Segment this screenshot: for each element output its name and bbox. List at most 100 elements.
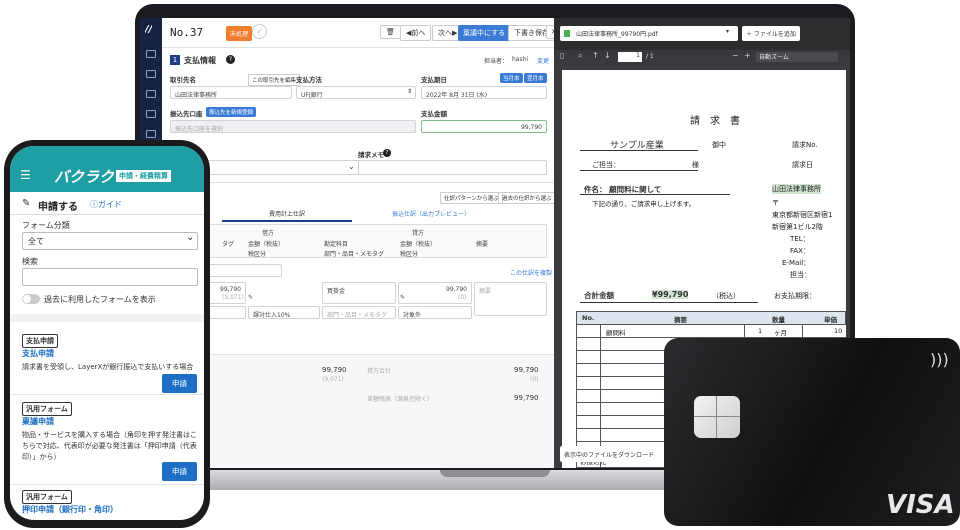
- document-list-icon[interactable]: [146, 90, 156, 98]
- search-input[interactable]: [22, 268, 198, 286]
- memo-help-icon[interactable]: ?: [383, 149, 391, 157]
- bank-register-button[interactable]: 振込先を新規登録: [206, 107, 257, 117]
- th-unit: 単価: [824, 316, 837, 324]
- past-journal-button[interactable]: 過去の仕訳から選ぶ: [498, 192, 554, 204]
- file-icon: [564, 30, 570, 37]
- mail-icon[interactable]: [146, 50, 156, 58]
- due-date-input[interactable]: 2022年 8月 31日 (水): [421, 86, 547, 99]
- change-link[interactable]: 変更: [537, 56, 549, 65]
- zoom-select[interactable]: 自動ズーム: [756, 52, 838, 62]
- form-link-ringi[interactable]: 稟議申請: [22, 416, 54, 427]
- file-dropdown-icon: ▾: [726, 28, 730, 35]
- debit-edit-icon[interactable]: ✎: [248, 294, 253, 301]
- help-icon[interactable]: ?: [226, 55, 235, 64]
- pattern-button[interactable]: 仕訳パターンから選ぶ: [440, 192, 503, 204]
- credit-col-tax: 税区分: [400, 251, 419, 258]
- submit-button[interactable]: 稟議中にする: [458, 25, 511, 41]
- credit-col-amount: 金額（税抜）: [400, 241, 437, 248]
- total-amount: ¥99,790: [652, 290, 689, 299]
- items-table-header: [576, 311, 846, 325]
- section-title: 支払情報: [184, 56, 216, 65]
- form-desc-ringi: 物品・サービスを購入する場合（角印を押す発注書はこちらで対応、代表印が必要な発注…: [22, 431, 197, 461]
- chart-icon[interactable]: [146, 110, 156, 118]
- invoice-onchu: 御中: [712, 141, 726, 149]
- tab-expense[interactable]: 費用計上仕訳: [222, 209, 352, 222]
- pdf-file-select[interactable]: 山田法律事務所_99790円.pdf: [560, 26, 738, 41]
- sender-tel: TEL：: [790, 235, 810, 243]
- page-input[interactable]: 1: [618, 52, 642, 62]
- table-icon[interactable]: [146, 130, 156, 138]
- total-taxin: （税込）: [712, 292, 740, 300]
- summary-input[interactable]: 摘要: [474, 282, 547, 316]
- apply-button-payment[interactable]: 申請: [162, 374, 197, 393]
- row-qty: 1: [758, 327, 763, 335]
- debit-tax-amount: (9,071): [222, 294, 244, 301]
- method-label: 支払方法: [296, 76, 322, 84]
- assignee: hashi: [512, 56, 529, 63]
- form-type-select[interactable]: 全て: [22, 232, 198, 250]
- tanto-underline: [580, 170, 698, 171]
- th-no: No.: [582, 314, 595, 322]
- col-summary: 摘要: [476, 241, 489, 248]
- document-icon[interactable]: [146, 70, 156, 78]
- history-toggle-label: 過去に利用したフォームを表示: [44, 295, 156, 304]
- vendor-label: 取引先名: [170, 76, 196, 84]
- due-label: 支払期日: [421, 76, 447, 84]
- next-page-icon[interactable]: ↓: [604, 51, 611, 60]
- credit-edit-icon[interactable]: ✎: [400, 294, 405, 301]
- divider: [162, 182, 554, 183]
- credit-dept-input[interactable]: 部門・品目・メモタグ: [322, 306, 396, 319]
- chevron-down-icon: ⌄: [348, 162, 355, 171]
- debit-col-amount: 金額（税抜）: [248, 241, 285, 248]
- memo-input[interactable]: [358, 160, 547, 175]
- credit-taxcls[interactable]: 対象外: [398, 306, 472, 319]
- bank-select[interactable]: 振込先口座を選択: [170, 120, 416, 133]
- chip-line: [694, 416, 740, 417]
- add-file-button[interactable]: ＋ ファイルを追加: [742, 26, 800, 41]
- prev-page-icon[interactable]: ↑: [592, 51, 599, 60]
- download-button[interactable]: 表示中のファイルをダウンロード: [560, 446, 664, 462]
- credit-total-tax: (0): [530, 376, 539, 383]
- tab-transfer[interactable]: 振込仕訳（出力プレビュー）: [392, 209, 470, 218]
- row-price: 10: [834, 327, 843, 335]
- apply-button-ringi[interactable]: 申請: [162, 462, 197, 481]
- sidebar-toggle-icon[interactable]: ▯: [560, 51, 564, 60]
- vendor-input[interactable]: 山田法律事務所: [170, 86, 292, 99]
- chip-icon: [694, 396, 740, 438]
- app-logo-sub: 申請・経費精算: [116, 170, 171, 182]
- total-label: 合計金額: [584, 291, 614, 300]
- due-chip-this-month[interactable]: 当月末: [500, 73, 523, 83]
- vendor-edit-button[interactable]: この取引先を編集: [248, 74, 301, 86]
- credit-tax-amount: (0): [458, 294, 467, 301]
- due-chip-next-month[interactable]: 翌月末: [524, 73, 547, 83]
- apply-title: 申請する: [38, 202, 78, 213]
- amount-input[interactable]: 99,790: [421, 120, 547, 133]
- zoom-out-icon[interactable]: −: [732, 51, 739, 60]
- form-link-seal[interactable]: 押印申請（銀行印・角印）: [22, 504, 118, 515]
- invoice-tanto: ご担当：: [592, 161, 620, 169]
- check-icon[interactable]: ✓: [252, 24, 267, 39]
- subject-underline: [580, 194, 730, 195]
- app-logo: バクラク: [54, 168, 115, 186]
- trash-icon[interactable]: 🗑: [380, 25, 401, 39]
- credit-total-label: 貸方合計: [367, 368, 392, 375]
- invoice-title: 請 求 書: [690, 116, 740, 127]
- zoom-in-icon[interactable]: +: [744, 51, 751, 60]
- section-general-2: 汎用フォーム: [22, 490, 72, 504]
- phone-screen: ☰ バクラク 申請・経費精算 ✎ 申請する ⓘガイド フォーム分類 全て ⌄ 検…: [10, 146, 204, 520]
- form-type-label: フォーム分類: [22, 221, 70, 230]
- amount-label: 支払金額: [421, 110, 447, 118]
- debit-col-tax: 税区分: [248, 251, 267, 258]
- credit-account[interactable]: 買掛金: [322, 282, 396, 304]
- prev-button[interactable]: ◀前へ: [400, 25, 432, 41]
- guide-link[interactable]: ⓘガイド: [90, 199, 122, 210]
- page-total: / 1: [646, 53, 654, 60]
- method-select[interactable]: UFJ銀行: [296, 86, 416, 99]
- form-link-payment[interactable]: 支払申請: [22, 348, 54, 359]
- debit-total: 99,790: [322, 366, 347, 374]
- menu-icon[interactable]: ☰: [20, 168, 31, 182]
- copy-journal-link[interactable]: この仕訳を複製: [510, 268, 552, 277]
- search-icon[interactable]: ⌕: [578, 51, 582, 61]
- debit-taxcls[interactable]: 課対仕入10%: [248, 306, 320, 319]
- divider: [10, 484, 204, 485]
